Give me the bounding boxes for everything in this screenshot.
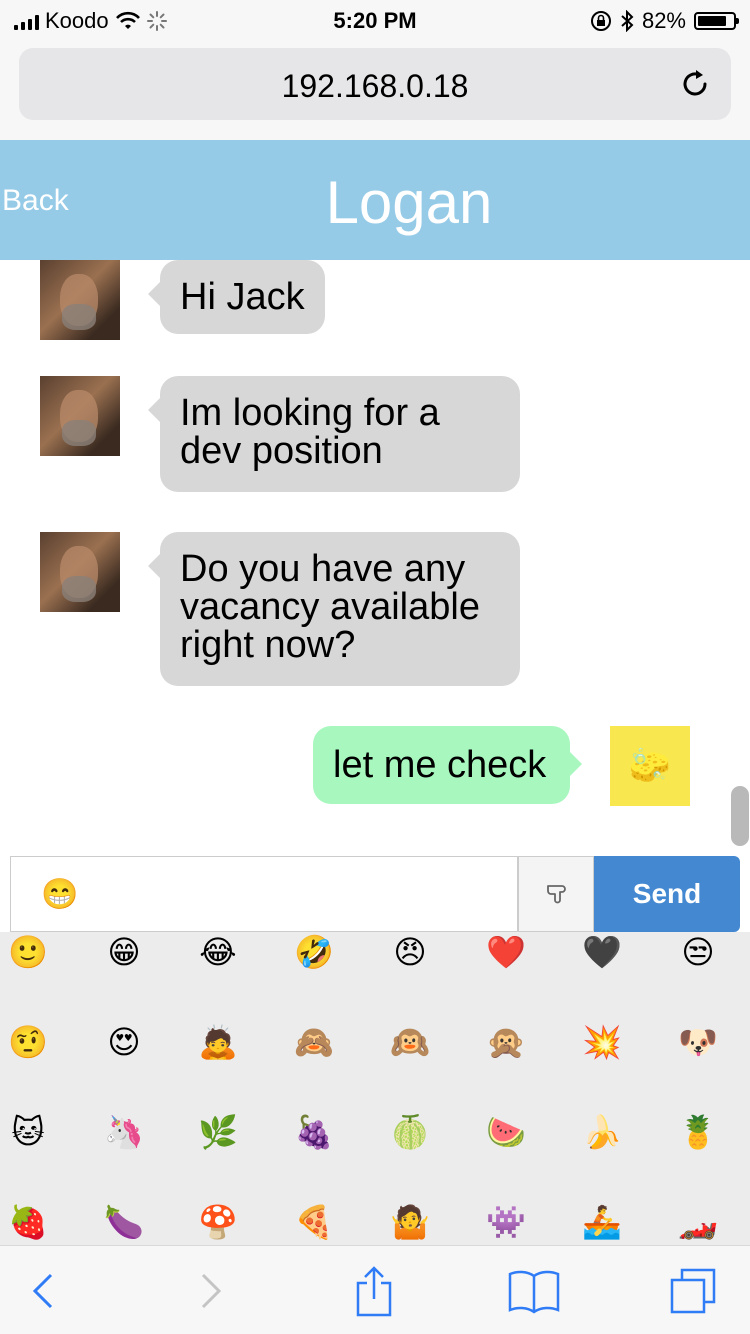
emoji-option[interactable]: 🤨 [0, 1012, 58, 1072]
browser-toolbar [0, 1245, 750, 1334]
outgoing-message: let me check [313, 726, 582, 804]
emoji-option[interactable]: ❤️ [476, 932, 536, 982]
emoji-option[interactable]: 🙂 [0, 932, 58, 982]
send-button[interactable]: Send [594, 856, 740, 932]
message-input[interactable] [10, 856, 518, 932]
emoji-option[interactable]: 🐱 [0, 1102, 58, 1162]
bookmarks-button[interactable] [504, 1266, 564, 1316]
chat-scrollbar[interactable] [731, 786, 749, 846]
contact-avatar [40, 532, 120, 612]
emoji-option[interactable]: 🤣 [284, 932, 344, 982]
browser-address-area: 192.168.0.18 [0, 40, 750, 140]
incoming-message: Hi Jack [148, 260, 325, 334]
emoji-option[interactable]: 🦄 [94, 1102, 154, 1162]
chat-area[interactable]: Hi Jack Im looking for a dev position Do… [0, 260, 750, 850]
emoji-option[interactable]: 🍈 [380, 1102, 440, 1162]
address-bar[interactable]: 192.168.0.18 [19, 48, 731, 120]
book-icon [508, 1270, 560, 1314]
status-bar: Koodo 5:20 PM 82% [0, 0, 750, 40]
pointing-hand-icon [547, 885, 566, 904]
battery-icon [694, 12, 739, 30]
rotation-lock-icon [590, 11, 611, 31]
emoji-option[interactable]: 🍕 [284, 1192, 344, 1245]
emoji-option[interactable]: 🙈 [284, 1012, 344, 1072]
emoji-option[interactable]: 😠 [380, 932, 440, 982]
bluetooth-icon [621, 10, 634, 32]
emoji-option[interactable]: 🍇 [284, 1102, 344, 1162]
emoji-option[interactable]: 🍆 [94, 1192, 154, 1245]
emoji-option[interactable]: 🙉 [380, 1012, 440, 1072]
message-composer: Send [10, 856, 740, 932]
contact-avatar [40, 376, 120, 456]
emoji-option[interactable]: 😍 [94, 1012, 154, 1072]
emoji-option[interactable]: 🤷 [380, 1192, 440, 1245]
emoji-picker[interactable]: 🙂 😁 😂 🤣 😠 ❤️ 🖤 😒 🤨 😍 🙇 🙈 🙉 🙊 💥 🐶 🐱 🦄 🌿 🍇 🍈 🍉 🍌 🍍 🍓 🍆 🍄 🍕 🤷 👾 🚣 🏎️ [0, 932, 750, 1245]
emoji-option[interactable]: 🍌 [572, 1102, 632, 1162]
tabs-button[interactable] [663, 1266, 723, 1316]
emoji-option[interactable]: 🍓 [0, 1192, 58, 1245]
chat-header: Back Logan [0, 140, 750, 260]
incoming-message: Im looking for a dev position [148, 376, 520, 492]
emoji-option[interactable]: 😒 [668, 932, 728, 982]
user-avatar: 🧽 [610, 726, 690, 806]
battery-percentage: 82% [641, 8, 686, 33]
emoji-option[interactable]: 🍉 [476, 1102, 536, 1162]
emoji-option[interactable]: 🚣 [572, 1192, 632, 1245]
emoji-option[interactable]: 🍄 [188, 1192, 248, 1245]
url-text[interactable]: 192.168.0.18 [19, 68, 731, 105]
emoji-toggle-button[interactable] [518, 856, 594, 932]
forward-nav-button[interactable] [181, 1266, 241, 1316]
status-right: 82% [590, 8, 739, 34]
share-button[interactable] [344, 1266, 404, 1317]
emoji-option[interactable]: 🙊 [476, 1012, 536, 1072]
emoji-option[interactable]: 🏎️ [668, 1192, 728, 1245]
emoji-option[interactable]: 😁 [94, 932, 154, 982]
emoji-option[interactable]: 🙇 [188, 1012, 248, 1072]
share-icon [356, 1266, 392, 1317]
emoji-option[interactable]: 🍍 [668, 1102, 728, 1162]
emoji-option[interactable]: 🐶 [668, 1012, 728, 1072]
emoji-option[interactable]: 🖤 [572, 932, 632, 982]
emoji-option[interactable]: 😂 [188, 932, 248, 982]
contact-avatar [40, 260, 120, 340]
tabs-icon [670, 1268, 716, 1314]
contact-name: Logan [325, 169, 493, 236]
back-nav-button[interactable] [13, 1266, 73, 1316]
emoji-option[interactable]: 👾 [476, 1192, 536, 1245]
chevron-left-icon [32, 1273, 53, 1309]
chevron-right-icon [201, 1273, 222, 1309]
emoji-option[interactable]: 💥 [572, 1012, 632, 1072]
reload-icon[interactable] [677, 66, 713, 102]
emoji-option[interactable]: 🌿 [188, 1102, 248, 1162]
incoming-message: Do you have any vacancy available right … [148, 532, 520, 686]
